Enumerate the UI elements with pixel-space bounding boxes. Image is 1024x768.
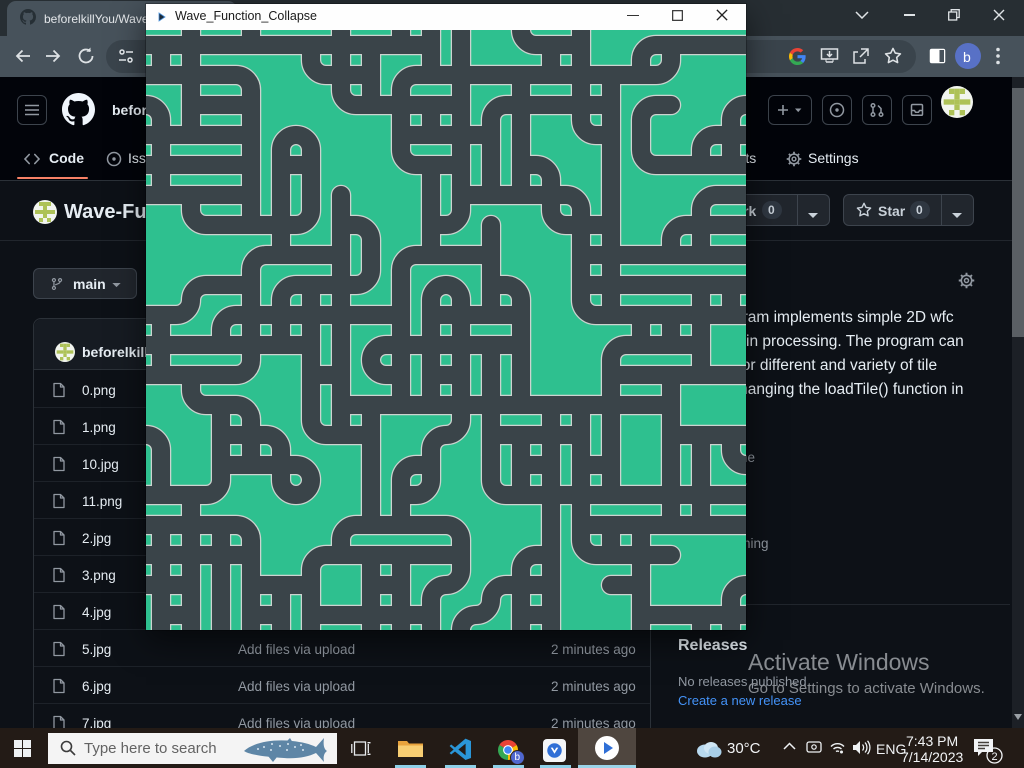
svg-text:2: 2 bbox=[992, 751, 998, 763]
